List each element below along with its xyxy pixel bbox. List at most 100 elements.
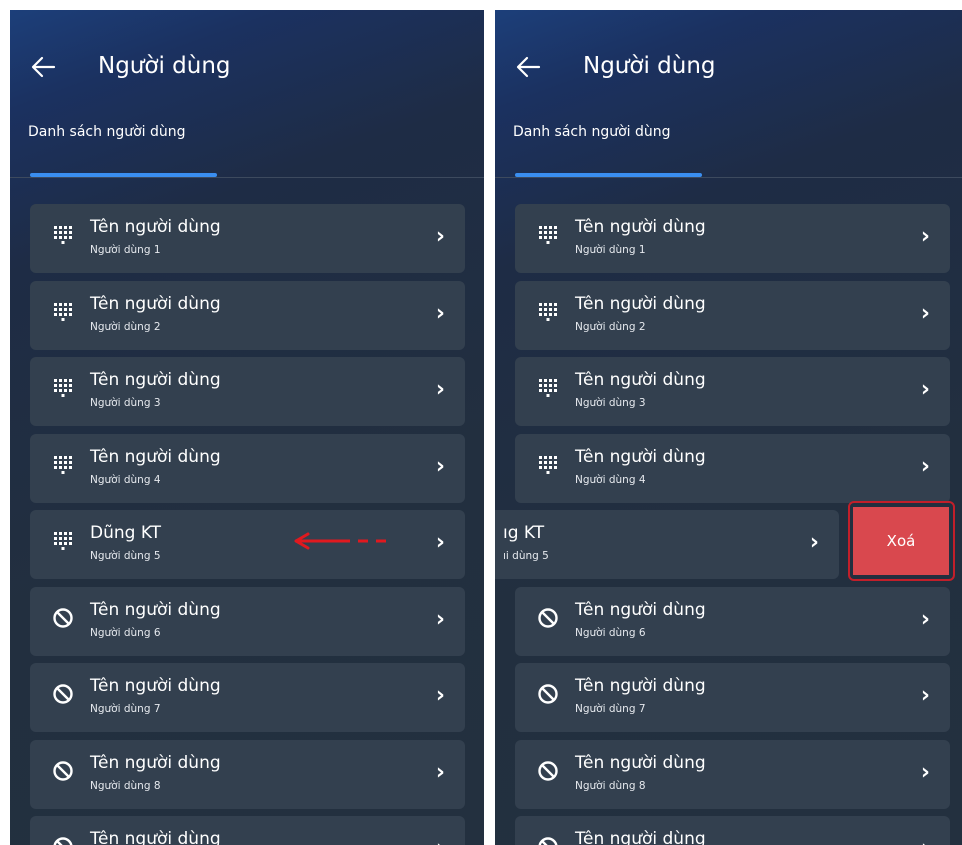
- delete-button[interactable]: Xoá: [853, 507, 949, 575]
- screen-after-swipe: Người dùng Danh sách người dùng Tên ngườ…: [495, 10, 962, 845]
- user-list-item[interactable]: Tên người dùng Người dùng 8 ›: [30, 739, 465, 809]
- user-subtitle: Người dùng 7: [575, 703, 646, 715]
- user-subtitle: Người dùng 1: [90, 244, 161, 256]
- arrow-left-icon[interactable]: [513, 54, 543, 80]
- app-header: Người dùng Danh sách người dùng: [10, 10, 484, 178]
- page-title: Người dùng: [98, 53, 231, 79]
- swipe-left-arrow-icon: [294, 532, 386, 550]
- user-subtitle: Người dùng 3: [90, 397, 161, 409]
- chevron-right-icon: ›: [921, 834, 930, 845]
- user-subtitle: Người dùng 2: [575, 320, 646, 333]
- user-list-item[interactable]: Tên người dùng Người dùng 7 ›: [515, 663, 950, 732]
- chevron-right-icon: ›: [920, 759, 930, 785]
- dialpad-icon: [537, 224, 559, 246]
- user-subtitle: Người dùng 1: [575, 244, 646, 256]
- user-subtitle: Người dùng 8: [90, 779, 161, 792]
- user-name: Tên người dùng: [90, 446, 221, 467]
- user-name: Tên người dùng: [90, 829, 221, 845]
- chevron-right-icon: ›: [435, 224, 445, 249]
- chevron-right-icon: ›: [809, 530, 819, 555]
- chevron-right-icon: ›: [436, 834, 445, 845]
- user-list-item[interactable]: Tên người dùng Người dùng 8 ›: [515, 739, 950, 809]
- user-name: Tên người dùng: [90, 752, 221, 773]
- block-icon: [537, 683, 559, 705]
- chevron-right-icon: ›: [920, 683, 930, 708]
- user-subtitle: Người dùng 4: [90, 473, 161, 486]
- user-name: Tên người dùng: [575, 370, 706, 390]
- user-name: Tên người dùng: [575, 829, 706, 845]
- chevron-right-icon: ›: [920, 453, 930, 479]
- user-subtitle: Người dùng 2: [90, 320, 161, 333]
- user-subtitle: Người dùng 4: [575, 473, 646, 486]
- user-list-item[interactable]: Tên người dùng Người dùng 2 ›: [515, 280, 950, 350]
- user-list-item[interactable]: Tên người dùng Người dùng 3 ›: [30, 357, 465, 426]
- chevron-right-icon: ›: [435, 377, 445, 402]
- user-name: Tên người dùng: [575, 293, 706, 314]
- user-subtitle: Người dùng 5: [90, 550, 161, 562]
- user-name: ıg KT: [503, 523, 545, 543]
- chevron-right-icon: ›: [920, 300, 930, 326]
- user-name: Tên người dùng: [575, 676, 706, 696]
- user-subtitle: Người dùng 7: [90, 703, 161, 715]
- chevron-right-icon: ›: [435, 530, 445, 555]
- user-list-item[interactable]: Tên người dùng Người dùng 2 ›: [30, 280, 465, 350]
- page-title: Người dùng: [583, 53, 716, 79]
- user-list-item[interactable]: Tên người dùng ›: [515, 816, 950, 845]
- user-subtitle: ıi dùng 5: [503, 550, 549, 562]
- chevron-right-icon: ›: [435, 683, 445, 708]
- chevron-right-icon: ›: [435, 300, 445, 326]
- block-icon: [52, 683, 74, 705]
- dialpad-icon: [52, 454, 74, 476]
- user-subtitle: Người dùng 3: [575, 397, 646, 409]
- dialpad-icon: [52, 530, 74, 552]
- chevron-right-icon: ›: [435, 453, 445, 479]
- user-name: Tên người dùng: [90, 599, 221, 620]
- user-name: Tên người dùng: [575, 752, 706, 773]
- user-subtitle: Người dùng 8: [575, 779, 646, 792]
- tab-user-list[interactable]: Danh sách người dùng: [513, 122, 753, 142]
- user-list-item[interactable]: Tên người dùng ›: [30, 816, 465, 845]
- user-list-item[interactable]: Tên người dùng Người dùng 6 ›: [515, 586, 950, 656]
- user-name: Tên người dùng: [575, 599, 706, 620]
- user-name: Tên người dùng: [90, 676, 221, 696]
- dialpad-icon: [52, 301, 74, 323]
- dialpad-icon: [537, 301, 559, 323]
- block-icon: [537, 760, 559, 782]
- user-name: Tên người dùng: [575, 217, 706, 237]
- header-divider: [495, 177, 962, 178]
- user-list-item[interactable]: Tên người dùng Người dùng 7 ›: [30, 663, 465, 732]
- user-name: Tên người dùng: [90, 370, 221, 390]
- screen-before-swipe: Người dùng Danh sách người dùng Tên ngườ…: [10, 10, 484, 845]
- user-name: Dũng KT: [90, 523, 162, 543]
- block-icon: [537, 836, 559, 845]
- user-list-item[interactable]: Tên người dùng Người dùng 1 ›: [515, 204, 950, 273]
- user-list-item[interactable]: Tên người dùng Người dùng 1 ›: [30, 204, 465, 273]
- chevron-right-icon: ›: [435, 759, 445, 785]
- block-icon: [52, 836, 74, 845]
- user-name: Tên người dùng: [575, 446, 706, 467]
- dialpad-icon: [537, 454, 559, 476]
- arrow-left-icon[interactable]: [28, 54, 58, 80]
- user-list-item[interactable]: Tên người dùng Người dùng 4 ›: [30, 433, 465, 503]
- block-icon: [537, 607, 559, 629]
- user-name: Tên người dùng: [90, 217, 221, 237]
- user-list-item[interactable]: Tên người dùng Người dùng 6 ›: [30, 586, 465, 656]
- chevron-right-icon: ›: [920, 224, 930, 249]
- user-list-item[interactable]: Tên người dùng Người dùng 3 ›: [515, 357, 950, 426]
- dialpad-icon: [52, 224, 74, 246]
- user-name: Tên người dùng: [90, 293, 221, 314]
- dialpad-icon: [537, 377, 559, 399]
- block-icon: [52, 607, 74, 629]
- user-list-item[interactable]: Dũng KT Người dùng 5 ›: [30, 510, 465, 579]
- chevron-right-icon: ›: [920, 606, 930, 632]
- user-list-item[interactable]: ıg KT ıi dùng 5 ›: [495, 510, 839, 579]
- tab-user-list[interactable]: Danh sách người dùng: [28, 122, 268, 142]
- dialpad-icon: [52, 377, 74, 399]
- chevron-right-icon: ›: [920, 377, 930, 402]
- header-divider: [10, 177, 484, 178]
- user-subtitle: Người dùng 6: [575, 626, 646, 639]
- chevron-right-icon: ›: [435, 606, 445, 632]
- user-subtitle: Người dùng 6: [90, 626, 161, 639]
- user-list-item[interactable]: Tên người dùng Người dùng 4 ›: [515, 433, 950, 503]
- block-icon: [52, 760, 74, 782]
